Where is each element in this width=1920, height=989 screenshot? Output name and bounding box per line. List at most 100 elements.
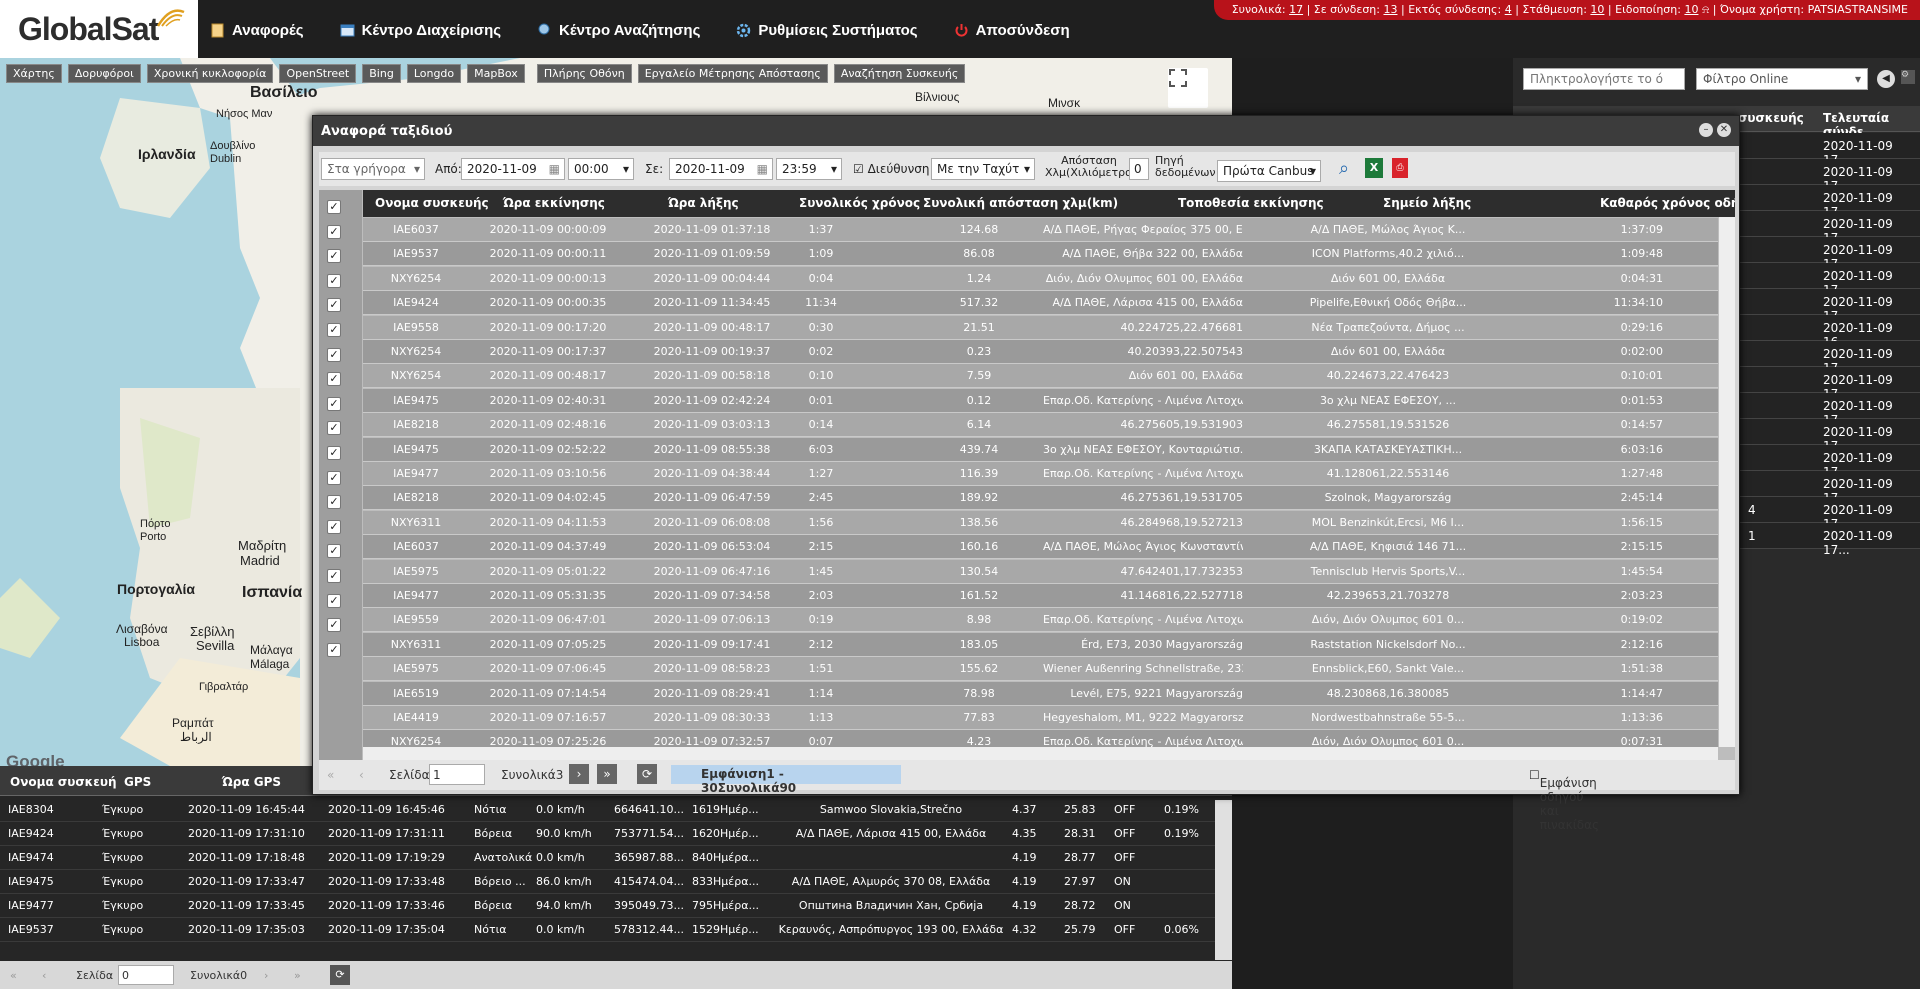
- realtime-scrollbar[interactable]: [1215, 800, 1232, 960]
- distance-input[interactable]: 0: [1129, 158, 1149, 180]
- col-end-point[interactable]: Σημείο λήξης: [1383, 196, 1471, 210]
- trip-row[interactable]: IAE9475 2020-11-09 02:40:31 2020-11-09 02:…: [363, 388, 1718, 413]
- realtime-row[interactable]: IAE9424 Έγκυρο 2020-11-09 17:31:10 2020-11-…: [0, 822, 1215, 846]
- alarm-icon[interactable]: ⍾: [1702, 3, 1709, 16]
- trip-report-vscroll[interactable]: [1719, 217, 1735, 747]
- row-checkbox[interactable]: ✓: [327, 372, 341, 387]
- excel-export-icon[interactable]: X: [1365, 158, 1383, 178]
- col-end-time[interactable]: Ώρα λήξης: [668, 196, 739, 210]
- row-checkbox[interactable]: ✓: [327, 569, 341, 583]
- refresh-icon[interactable]: ⟳: [637, 764, 657, 784]
- trip-row[interactable]: NXY6254 2020-11-09 00:17:37 2020-11-09 00:…: [363, 340, 1718, 364]
- nav-settings[interactable]: Ρυθμίσεις Συστήματος: [736, 22, 918, 39]
- col-gps[interactable]: GPS: [124, 775, 151, 789]
- trip-row[interactable]: IAE5975 2020-11-09 05:01:22 2020-11-09 06:…: [363, 559, 1718, 584]
- settings-small-icon[interactable]: ⚙: [1901, 70, 1915, 84]
- row-checkbox[interactable]: ✓: [327, 323, 341, 337]
- pdf-export-icon[interactable]: ⎙: [1392, 158, 1408, 178]
- row-checkbox[interactable]: ✓: [327, 249, 341, 264]
- trip-row[interactable]: IAE9558 2020-11-09 00:17:20 2020-11-09 00:…: [363, 315, 1718, 340]
- openstreet-button[interactable]: OpenStreet: [279, 64, 357, 83]
- online-count[interactable]: 13: [1383, 3, 1397, 16]
- map-type-button[interactable]: Χάρτης: [6, 64, 62, 83]
- offline-count[interactable]: 4: [1505, 3, 1512, 16]
- calendar-icon[interactable]: ▦: [757, 162, 768, 176]
- first-page-icon[interactable]: «: [327, 768, 334, 782]
- trip-row[interactable]: IAE9477 2020-11-09 05:31:35 2020-11-09 07:…: [363, 584, 1718, 608]
- bing-button[interactable]: Bing: [362, 64, 401, 83]
- trip-row[interactable]: IAE9424 2020-11-09 00:00:35 2020-11-09 11:…: [363, 291, 1718, 316]
- row-checkbox[interactable]: ✓: [327, 200, 341, 214]
- total-count[interactable]: 17: [1289, 3, 1303, 16]
- row-checkbox[interactable]: ✓: [327, 446, 341, 460]
- distance-tool-button[interactable]: Εργαλείο Μέτρησης Απόστασης: [637, 64, 828, 83]
- row-checkbox[interactable]: ✓: [327, 224, 341, 239]
- realtime-row[interactable]: IAE9475 Έγκυρο 2020-11-09 17:33:47 2020-11-…: [0, 870, 1215, 894]
- prev-page-icon[interactable]: ‹: [42, 969, 46, 982]
- speed-select[interactable]: Με την Ταχύτ ▾: [931, 158, 1035, 180]
- nav-reports[interactable]: Αναφορές: [210, 22, 304, 39]
- nav-logout[interactable]: Αποσύνδεση: [954, 22, 1070, 39]
- row-checkbox[interactable]: ✓: [327, 470, 341, 485]
- trip-row[interactable]: IAE6037 2020-11-09 00:00:09 2020-11-09 01:…: [363, 218, 1718, 242]
- next-page-icon[interactable]: ›: [264, 969, 268, 982]
- trip-row[interactable]: IAE5975 2020-11-09 07:06:45 2020-11-09 08:…: [363, 657, 1718, 682]
- trip-row[interactable]: IAE8218 2020-11-09 02:48:16 2020-11-09 03:…: [363, 413, 1718, 438]
- online-filter-select[interactable]: Φίλτρο Online ▾: [1696, 68, 1868, 90]
- trip-row[interactable]: IAE8218 2020-11-09 04:02:45 2020-11-09 06:…: [363, 486, 1718, 511]
- notify-count[interactable]: 10: [1684, 3, 1698, 16]
- trip-row[interactable]: NXY6311 2020-11-09 07:05:25 2020-11-09 09:…: [363, 632, 1718, 657]
- col-start-location[interactable]: Τοποθεσία εκκίνησης: [1178, 196, 1324, 210]
- row-checkbox[interactable]: ✓: [327, 618, 341, 633]
- row-checkbox[interactable]: ✓: [327, 642, 341, 657]
- trip-row[interactable]: IAE9477 2020-11-09 03:10:56 2020-11-09 04:…: [363, 462, 1718, 486]
- calendar-icon[interactable]: ▦: [549, 162, 560, 176]
- col-device-name[interactable]: Ονομα συσκευή: [10, 775, 117, 789]
- device-search-button[interactable]: Αναζήτηση Συσκευής: [833, 64, 966, 83]
- to-time-input[interactable]: 23:59 ▾: [776, 158, 842, 180]
- col-net-driving-time[interactable]: Καθαρός χρόνος οδήγησ: [1600, 196, 1735, 210]
- address-checkbox[interactable]: ☑ Διεύθυνση: [853, 162, 929, 176]
- map-fullscreen-button[interactable]: [1168, 68, 1208, 108]
- trip-row[interactable]: IAE9475 2020-11-09 02:52:22 2020-11-09 08:…: [363, 437, 1718, 462]
- realtime-row[interactable]: IAE8304 Έγκυρο 2020-11-09 16:45:44 2020-11-…: [0, 798, 1215, 822]
- satellite-button[interactable]: Δορυφόροι: [67, 64, 141, 83]
- col-total-time[interactable]: Συνολικός χρόνος: [799, 196, 920, 210]
- page-input[interactable]: 0: [118, 965, 174, 985]
- col-device-name[interactable]: Ονομα συσκευής: [375, 196, 489, 210]
- row-checkbox[interactable]: ✓: [327, 593, 341, 608]
- close-icon[interactable]: ✕: [1717, 123, 1731, 137]
- trip-row[interactable]: IAE6037 2020-11-09 04:37:49 2020-11-09 06:…: [363, 535, 1718, 560]
- col-total-distance[interactable]: Συνολική απόσταση χλμ(km): [923, 196, 1118, 210]
- page-input[interactable]: 1: [429, 764, 485, 785]
- minimize-icon[interactable]: –: [1699, 123, 1713, 137]
- nav-management[interactable]: Κέντρο Διαχείρισης: [340, 22, 501, 39]
- source-select[interactable]: Πρώτα Canbus ▾: [1217, 160, 1321, 182]
- realtime-row[interactable]: IAE9474 Έγκυρο 2020-11-09 17:18:48 2020-11-…: [0, 846, 1215, 870]
- search-icon[interactable]: ⌕: [1339, 158, 1349, 179]
- col-device[interactable]: συσκευής: [1738, 111, 1804, 125]
- fullscreen-toggle-button[interactable]: Πλήρης Οθόνη: [536, 64, 632, 83]
- trip-row[interactable]: IAE6519 2020-11-09 07:14:54 2020-11-09 08:…: [363, 681, 1718, 706]
- device-search-input[interactable]: Πληκτρολογήστε το ό: [1523, 68, 1685, 90]
- refresh-icon[interactable]: ⟳: [330, 965, 350, 985]
- trip-row[interactable]: IAE9559 2020-11-09 06:47:01 2020-11-09 07:…: [363, 608, 1718, 633]
- last-page-icon[interactable]: »: [597, 764, 617, 784]
- longdo-button[interactable]: Longdo: [406, 64, 462, 83]
- prev-page-icon[interactable]: ‹: [359, 768, 364, 782]
- next-page-icon[interactable]: ›: [569, 764, 589, 784]
- row-checkbox[interactable]: ✓: [327, 495, 341, 510]
- last-page-icon[interactable]: »: [294, 969, 301, 982]
- row-checkbox[interactable]: ✓: [327, 273, 341, 288]
- realtime-row[interactable]: IAE9537 Έγκυρο 2020-11-09 17:35:03 2020-11-…: [0, 918, 1215, 942]
- col-start-time[interactable]: Ώρα εκκίνησης: [503, 196, 605, 210]
- row-checkbox[interactable]: ✓: [327, 519, 341, 534]
- nav-search-center[interactable]: Κέντρο Αναζήτησης: [537, 22, 700, 39]
- quick-range-select[interactable]: Στα γρήγορα ▾: [321, 158, 425, 180]
- collapse-left-icon[interactable]: ◀: [1877, 70, 1895, 88]
- mapbox-button[interactable]: MapBox: [467, 64, 525, 83]
- row-checkbox[interactable]: ✓: [327, 396, 341, 411]
- globalsat-logo[interactable]: GlobalSat: [0, 0, 198, 58]
- row-checkbox[interactable]: ✓: [327, 347, 341, 362]
- realtime-row[interactable]: IAE9477 Έγκυρο 2020-11-09 17:33:45 2020-11-…: [0, 894, 1215, 918]
